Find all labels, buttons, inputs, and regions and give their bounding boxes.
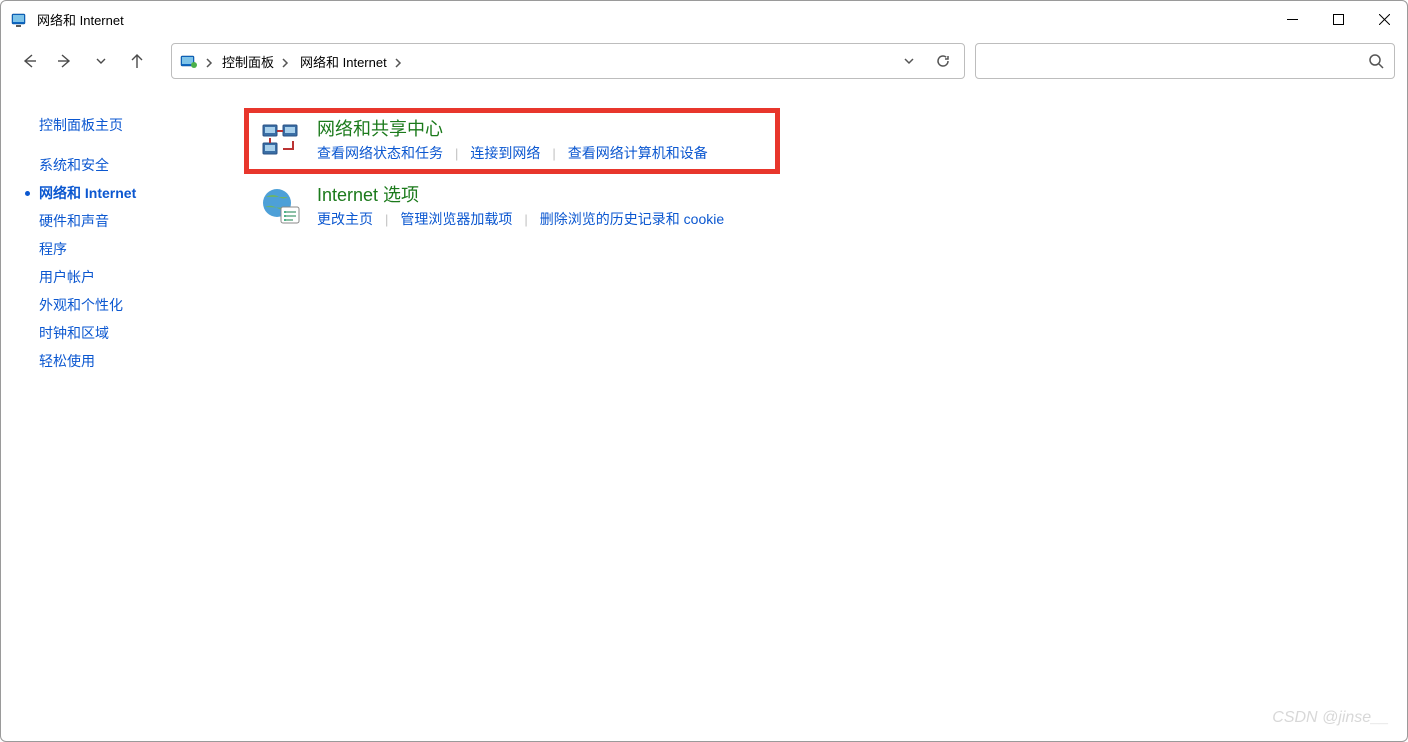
sidebar: 控制面板主页 系统和安全 网络和 Internet 硬件和声音 程序 用户帐户 … (1, 111, 247, 741)
category-body: Internet 选项 更改主页 | 管理浏览器加载项 | 删除浏览的历史记录和… (317, 183, 1353, 229)
chevron-right-icon (393, 56, 403, 66)
chevron-right-icon (280, 56, 290, 66)
network-sharing-icon (261, 121, 301, 161)
sidebar-item-clock-region[interactable]: 时钟和区域 (39, 319, 247, 347)
category-internet-options: Internet 选项 更改主页 | 管理浏览器加载项 | 删除浏览的历史记录和… (247, 177, 1367, 237)
search-icon[interactable] (1368, 53, 1384, 69)
search-input[interactable] (986, 54, 1368, 69)
category-title[interactable]: Internet 选项 (317, 183, 1353, 207)
title-bar: 网络和 Internet (1, 1, 1407, 37)
up-button[interactable] (121, 45, 153, 77)
link-view-devices[interactable]: 查看网络计算机和设备 (568, 143, 708, 163)
search-box[interactable] (975, 43, 1395, 79)
app-icon (11, 10, 29, 28)
link-change-homepage[interactable]: 更改主页 (317, 209, 373, 229)
main-panel: 网络和共享中心 查看网络状态和任务 | 连接到网络 | 查看网络计算机和设备 (247, 111, 1407, 741)
category-network-sharing: 网络和共享中心 查看网络状态和任务 | 连接到网络 | 查看网络计算机和设备 (247, 111, 777, 171)
breadcrumb-bar[interactable]: 控制面板 网络和 Internet (171, 43, 965, 79)
category-links: 更改主页 | 管理浏览器加载项 | 删除浏览的历史记录和 cookie (317, 209, 1353, 229)
category-links: 查看网络状态和任务 | 连接到网络 | 查看网络计算机和设备 (317, 143, 763, 163)
breadcrumb-label: 网络和 Internet (294, 52, 393, 71)
separator: | (512, 212, 539, 227)
breadcrumb-segment-0[interactable]: 控制面板 (214, 52, 292, 71)
internet-options-icon (261, 187, 301, 227)
separator: | (373, 212, 400, 227)
sidebar-item-home[interactable]: 控制面板主页 (39, 111, 247, 139)
maximize-button[interactable] (1315, 1, 1361, 37)
sidebar-item-network-internet[interactable]: 网络和 Internet (39, 179, 247, 207)
sidebar-item-hardware-sound[interactable]: 硬件和声音 (39, 207, 247, 235)
separator: | (540, 146, 567, 161)
sidebar-item-system-security[interactable]: 系统和安全 (39, 151, 247, 179)
chevron-right-icon[interactable] (204, 56, 214, 66)
link-view-status[interactable]: 查看网络状态和任务 (317, 143, 443, 163)
sidebar-item-appearance[interactable]: 外观和个性化 (39, 291, 247, 319)
nav-bar: 控制面板 网络和 Internet (1, 37, 1407, 85)
category-body: 网络和共享中心 查看网络状态和任务 | 连接到网络 | 查看网络计算机和设备 (317, 117, 763, 163)
close-button[interactable] (1361, 1, 1407, 37)
content-area: 控制面板主页 系统和安全 网络和 Internet 硬件和声音 程序 用户帐户 … (1, 85, 1407, 741)
forward-button[interactable] (49, 45, 81, 77)
window-controls (1269, 1, 1407, 37)
sidebar-item-programs[interactable]: 程序 (39, 235, 247, 263)
category-title[interactable]: 网络和共享中心 (317, 117, 763, 141)
link-manage-addons[interactable]: 管理浏览器加载项 (400, 209, 512, 229)
breadcrumb-label: 控制面板 (216, 52, 280, 71)
breadcrumb-dropdown-button[interactable] (892, 46, 926, 76)
link-connect-network[interactable]: 连接到网络 (470, 143, 540, 163)
window-title: 网络和 Internet (37, 10, 124, 29)
separator: | (443, 146, 470, 161)
refresh-button[interactable] (926, 46, 960, 76)
sidebar-item-user-accounts[interactable]: 用户帐户 (39, 263, 247, 291)
link-delete-history[interactable]: 删除浏览的历史记录和 cookie (540, 209, 724, 229)
location-icon (180, 52, 198, 70)
sidebar-item-ease-of-access[interactable]: 轻松使用 (39, 347, 247, 375)
breadcrumb-segment-1[interactable]: 网络和 Internet (292, 52, 405, 71)
minimize-button[interactable] (1269, 1, 1315, 37)
history-dropdown-button[interactable] (85, 45, 117, 77)
back-button[interactable] (13, 45, 45, 77)
